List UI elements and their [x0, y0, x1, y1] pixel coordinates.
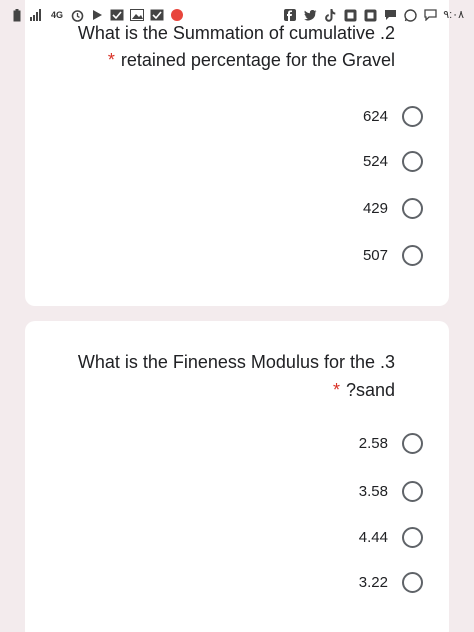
square-app-icon [343, 8, 357, 22]
option-label: 429 [362, 200, 388, 217]
option-label: 3.22 [358, 574, 388, 591]
option-label: 624 [362, 108, 388, 125]
option-624[interactable]: 624 [363, 106, 423, 127]
battery-icon [10, 8, 24, 22]
radio-button[interactable] [402, 481, 423, 502]
option-3.22[interactable]: 3.22 [359, 572, 423, 593]
check-mail-icon [110, 8, 124, 22]
radio-button[interactable] [402, 106, 423, 127]
signal-icon [30, 8, 44, 22]
option-label: 4.44 [358, 529, 388, 546]
option-507[interactable]: 507 [363, 245, 423, 266]
option-2.58[interactable]: 2.58 [359, 433, 423, 454]
gallery-icon [130, 8, 144, 22]
question-1-title-line2: * retained percentage for the Gravel [108, 47, 422, 73]
option-3.58[interactable]: 3.58 [359, 481, 423, 502]
required-asterisk: * [107, 50, 115, 70]
play-icon [90, 8, 104, 22]
status-right: ٩:٠٨ [283, 8, 464, 22]
question-card-2: What is the Fineness Modulus for the .3 … [25, 321, 449, 632]
radio-button[interactable] [402, 198, 423, 219]
radio-button[interactable] [402, 245, 423, 266]
required-asterisk: * [332, 380, 340, 400]
clock-time: ٩:٠٨ [443, 8, 464, 21]
status-left: 4G [10, 8, 184, 22]
option-label: 507 [362, 247, 388, 264]
tiktok-icon [323, 8, 337, 22]
app-notification-icon [170, 8, 184, 22]
option-4.44[interactable]: 4.44 [359, 527, 423, 548]
facebook-icon [283, 8, 297, 22]
option-label: 2.58 [358, 435, 388, 452]
radio-button[interactable] [402, 527, 423, 548]
question-2-title-line1: What is the Fineness Modulus for the .3 [77, 352, 395, 372]
question-1-text: retained percentage for the Gravel [120, 50, 395, 70]
option-label: 3.58 [358, 483, 388, 500]
radio-button[interactable] [402, 151, 423, 172]
option-429[interactable]: 429 [363, 198, 423, 219]
twitter-icon [303, 8, 317, 22]
square-app-icon-2 [363, 8, 377, 22]
status-bar: 4G ٩:٠٨ [0, 0, 474, 30]
message-icon [423, 8, 437, 22]
question-card-1: What is the Summation of cumulative .2 *… [25, 0, 449, 306]
option-524[interactable]: 524 [363, 151, 423, 172]
radio-button[interactable] [402, 433, 423, 454]
alarm-icon [70, 8, 84, 22]
check-box-icon [150, 8, 164, 22]
question-2-text: ?sand [345, 380, 395, 400]
network-type: 4G [50, 9, 63, 20]
whatsapp-icon [403, 8, 417, 22]
radio-button[interactable] [402, 572, 423, 593]
option-label: 524 [362, 153, 388, 170]
chat-icon [383, 8, 397, 22]
question-2-title-line2: * ?sand [333, 377, 422, 403]
